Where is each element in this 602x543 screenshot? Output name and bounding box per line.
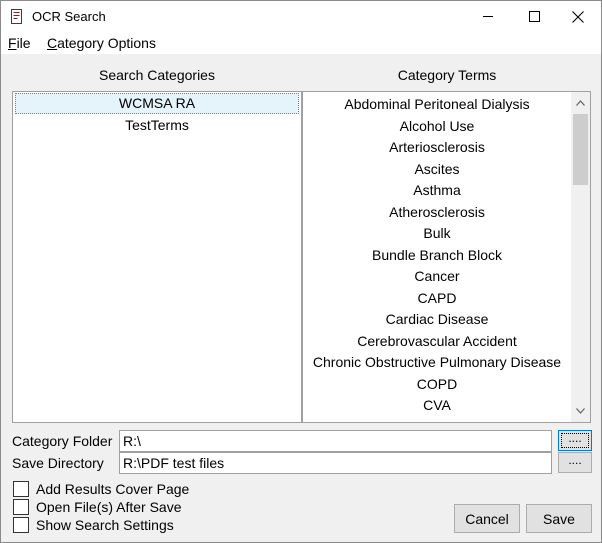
term-item[interactable]: Bundle Branch Block (303, 245, 571, 266)
maximize-icon (528, 11, 540, 22)
term-item[interactable]: Ascites (303, 159, 571, 180)
term-item[interactable]: Cancer (303, 266, 571, 287)
add-cover-page-label: Add Results Cover Page (36, 480, 190, 497)
add-cover-page-checkbox[interactable] (13, 480, 29, 497)
open-after-save-option[interactable]: Open File(s) After Save (13, 498, 182, 515)
chevron-up-icon (576, 100, 585, 106)
add-cover-page-option[interactable]: Add Results Cover Page (13, 480, 189, 497)
menu-file-label: ile (16, 35, 31, 51)
close-icon (572, 10, 584, 23)
menu-bar: File Category Options (1, 32, 601, 54)
category-terms-list[interactable]: Abdominal Peritoneal Dialysis Alcohol Us… (302, 91, 591, 423)
scroll-up-button[interactable] (571, 94, 590, 112)
term-item[interactable]: Bulk (303, 223, 571, 244)
close-button[interactable] (555, 1, 601, 32)
category-folder-input[interactable] (119, 430, 552, 452)
category-item-wcmsa-ra[interactable]: WCMSA RA (15, 93, 299, 114)
menu-file[interactable]: File (8, 35, 31, 51)
browse-category-folder-button[interactable]: .... (558, 430, 592, 451)
category-folder-label: Category Folder (12, 433, 113, 449)
title-bar[interactable]: OCR Search (1, 1, 601, 32)
window-title: OCR Search (32, 9, 106, 24)
term-item[interactable]: COPD (303, 374, 571, 395)
maximize-button[interactable] (511, 1, 557, 32)
open-after-save-label: Open File(s) After Save (36, 498, 182, 515)
show-search-settings-checkbox[interactable] (13, 516, 29, 533)
cancel-button[interactable]: Cancel (454, 504, 520, 533)
browse-save-directory-button[interactable]: .... (558, 452, 592, 473)
minimize-button[interactable] (465, 1, 511, 32)
term-item[interactable]: CAPD (303, 288, 571, 309)
menu-category-label: ategory Options (57, 35, 156, 51)
show-search-settings-option[interactable]: Show Search Settings (13, 516, 174, 533)
app-icon (11, 9, 22, 24)
term-item[interactable]: Abdominal Peritoneal Dialysis (303, 94, 571, 115)
category-terms-heading: Category Terms (397, 67, 497, 83)
terms-scrollbar[interactable] (571, 92, 590, 422)
term-item[interactable]: Arteriosclerosis (303, 137, 571, 158)
search-categories-heading: Search Categories (99, 67, 215, 83)
minimize-icon (482, 16, 493, 17)
ocr-search-window: OCR Search File Category Options Search … (0, 0, 602, 543)
menu-category-options[interactable]: Category Options (47, 35, 156, 51)
term-item[interactable]: Atherosclerosis (303, 202, 571, 223)
scroll-down-button[interactable] (571, 402, 590, 420)
category-terms-items: Abdominal Peritoneal Dialysis Alcohol Us… (303, 92, 571, 422)
term-item[interactable]: CVA (303, 395, 571, 416)
scroll-thumb[interactable] (573, 114, 588, 185)
term-item[interactable]: Cerebrovascular Accident (303, 331, 571, 352)
menu-category-mnemonic: C (47, 35, 58, 51)
open-after-save-checkbox[interactable] (13, 498, 29, 515)
chevron-down-icon (576, 408, 585, 414)
category-item-testterms[interactable]: TestTerms (15, 115, 299, 136)
term-item[interactable]: Chronic Obstructive Pulmonary Disease (303, 352, 571, 373)
save-directory-input[interactable] (119, 452, 552, 474)
save-directory-label: Save Directory (12, 455, 104, 471)
show-search-settings-label: Show Search Settings (36, 516, 174, 533)
term-item[interactable]: Asthma (303, 180, 571, 201)
term-item[interactable]: Cardiac Disease (303, 309, 571, 330)
menu-file-mnemonic: F (8, 35, 17, 51)
save-button[interactable]: Save (526, 504, 592, 533)
search-categories-list[interactable]: WCMSA RA TestTerms (12, 91, 302, 423)
term-item[interactable]: Alcohol Use (303, 116, 571, 137)
